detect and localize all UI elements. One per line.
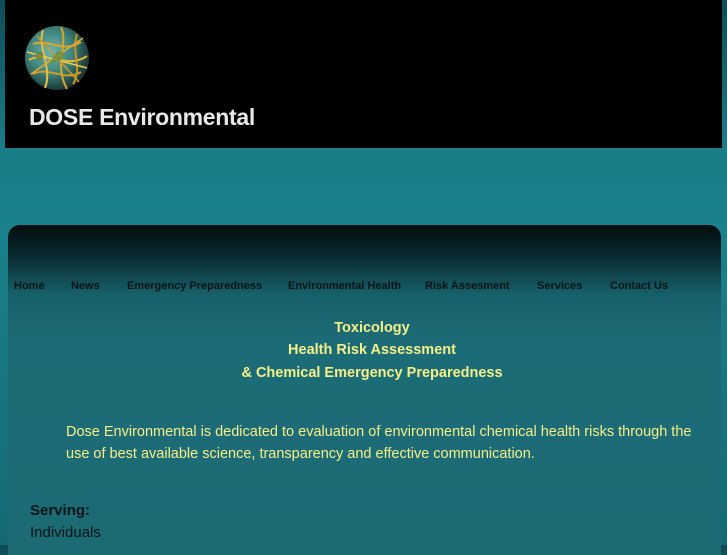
headline-emergency: & Chemical Emergency Preparedness (241, 365, 503, 381)
nav-services[interactable]: Services (537, 280, 582, 292)
nav-news[interactable]: News (71, 280, 100, 292)
serving-label: Serving: (30, 502, 91, 519)
serving-item: Individuals (30, 524, 101, 541)
content-panel (8, 225, 721, 555)
intro-paragraph: Dose Environmental is dedicated to evalu… (66, 424, 692, 462)
main-nav: Home News Emergency Preparedness Environ… (0, 280, 727, 296)
nav-home[interactable]: Home (14, 280, 45, 292)
nav-emergency-preparedness[interactable]: Emergency Preparedness (127, 280, 262, 292)
nav-contact-us[interactable]: Contact Us (610, 280, 668, 292)
headline-toxicology: Toxicology (334, 320, 410, 336)
nav-risk-assesment[interactable]: Risk Assesment (425, 280, 510, 292)
nav-environmental-health[interactable]: Environmental Health (288, 280, 401, 292)
site-header: DOSE Environmental (5, 0, 722, 148)
headline-health-risk: Health Risk Assessment (288, 342, 456, 358)
site-title[interactable]: DOSE Environmental (29, 104, 255, 131)
globe-icon[interactable] (23, 24, 91, 92)
